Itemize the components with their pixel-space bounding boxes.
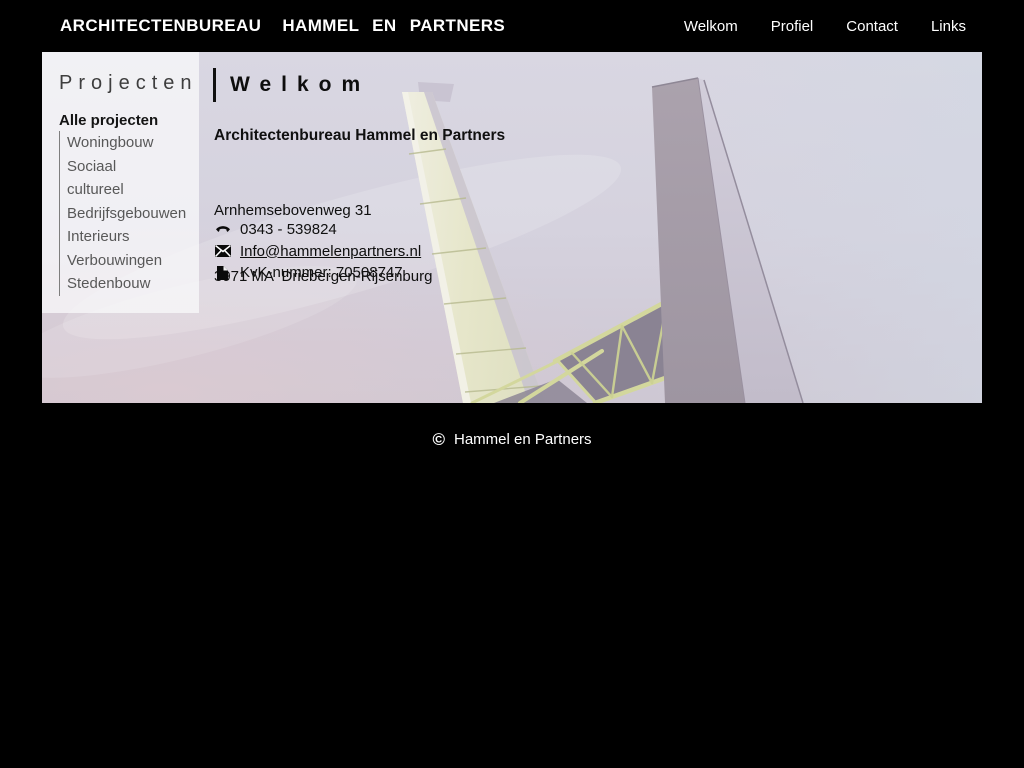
main-nav: Welkom Profiel Contact Links <box>684 18 968 35</box>
company-name: Architectenbureau Hammel en Partners <box>214 127 505 145</box>
sidebar-item-alle-projecten[interactable]: Alle projecten <box>59 112 199 129</box>
contact-list: 0343 - 539824 Info@hammelenpartners.nl K… <box>214 219 421 284</box>
phone-number: 0343 - 539824 <box>240 221 337 238</box>
nav-item-welkom[interactable]: Welkom <box>684 18 738 35</box>
copyright-text: Hammel en Partners <box>454 431 592 448</box>
nav-item-contact[interactable]: Contact <box>846 18 898 35</box>
footer: © Hammel en Partners <box>42 403 982 463</box>
sidebar-item-woningbouw[interactable]: Woningbouw <box>67 131 165 155</box>
sidebar-item-bedrijfsgebouwen[interactable]: Bedrijfsgebouwen <box>67 202 165 226</box>
site-logo: ARCHITECTENBUREAU HAMMEL EN PARTNERS <box>60 16 505 36</box>
nav-item-profiel[interactable]: Profiel <box>771 18 814 35</box>
sidebar-title: Projecten <box>59 72 199 95</box>
kvk-number: KvK-nummer: 70508747 <box>240 264 403 281</box>
header: ARCHITECTENBUREAU HAMMEL EN PARTNERS Welk… <box>42 0 982 52</box>
project-list: Woningbouw Sociaal cultureel Bedrijfsgeb… <box>59 131 165 296</box>
projects-sidebar: Projecten Alle projecten Woningbouw Soci… <box>42 52 199 313</box>
page-title: Welkom <box>230 73 370 97</box>
copyright-icon: © <box>432 431 445 448</box>
heading-accent-bar <box>213 68 216 102</box>
logo-part-1: ARCHITECTENBUREAU <box>60 16 261 35</box>
nav-item-links[interactable]: Links <box>931 18 966 35</box>
phone-row: 0343 - 539824 <box>214 219 421 241</box>
logo-part-2: HAMMEL EN PARTNERS <box>282 16 505 35</box>
email-icon <box>214 245 231 257</box>
sidebar-item-interieurs[interactable]: Interieurs <box>67 225 165 249</box>
document-icon <box>214 266 231 280</box>
kvk-row: KvK-nummer: 70508747 <box>214 262 421 284</box>
page: ARCHITECTENBUREAU HAMMEL EN PARTNERS Welk… <box>42 0 982 463</box>
sidebar-item-sociaal-cultureel[interactable]: Sociaal cultureel <box>67 155 165 202</box>
sidebar-item-verbouwingen[interactable]: Verbouwingen <box>67 249 165 273</box>
content-area: Projecten Alle projecten Woningbouw Soci… <box>42 52 982 403</box>
email-link[interactable]: Info@hammelenpartners.nl <box>240 243 421 260</box>
sidebar-item-stedenbouw[interactable]: Stedenbouw <box>67 272 165 296</box>
phone-icon <box>214 224 231 236</box>
email-row: Info@hammelenpartners.nl <box>214 241 421 263</box>
